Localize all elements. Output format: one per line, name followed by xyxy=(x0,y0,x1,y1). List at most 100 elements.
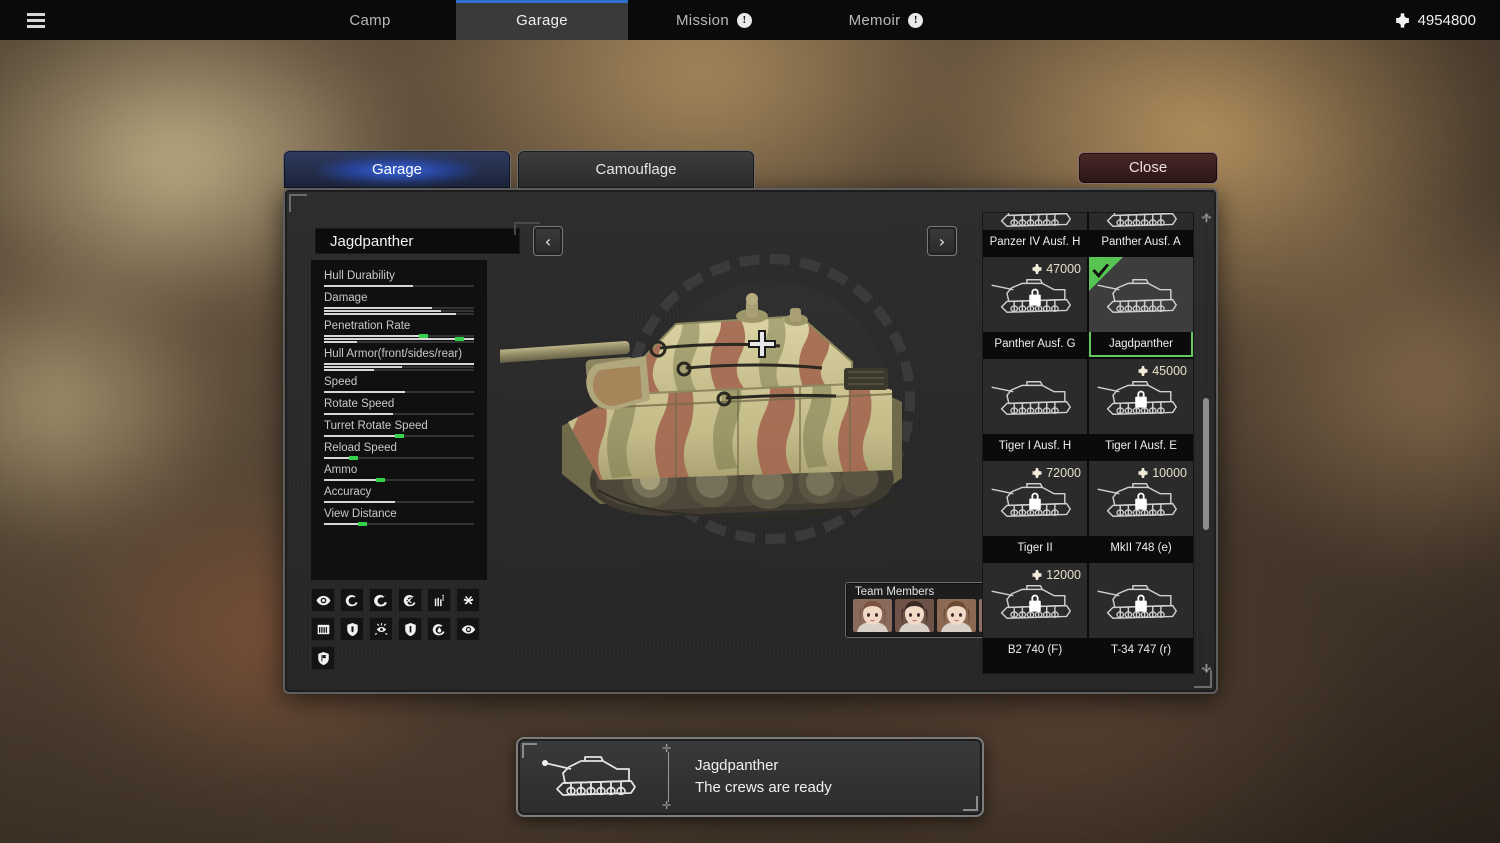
perk-slot[interactable] xyxy=(369,588,393,612)
nav-tab-memoir[interactable]: Memoir ! xyxy=(800,0,972,40)
stat-row: Penetration Rate xyxy=(324,318,474,343)
perk-slot[interactable] xyxy=(398,588,422,612)
vehicle-card-image: 10000 xyxy=(1089,461,1193,536)
vehicle-preview-viewport[interactable]: Team Members 5/5 xyxy=(500,212,1040,674)
nav-tab-camp[interactable]: Camp xyxy=(284,0,456,40)
lock-icon xyxy=(1029,288,1041,306)
status-bar-icon-wrap xyxy=(518,751,668,803)
stat-row: Hull Durability xyxy=(324,268,474,287)
vehicle-card-name: Tiger I Ausf. H xyxy=(983,434,1087,459)
stat-bar xyxy=(324,313,474,315)
scrollbar-thumb[interactable] xyxy=(1203,398,1209,530)
avatar-portrait xyxy=(853,599,892,632)
vehicle-card-name: Panther Ausf. G xyxy=(983,332,1087,357)
vehicle-card[interactable]: Tiger I Ausf. H xyxy=(983,359,1087,459)
vehicle-card-name: MkII 748 (e) xyxy=(1089,536,1193,561)
scroll-down-icon[interactable] xyxy=(1201,663,1212,674)
stat-row: Ammo xyxy=(324,462,474,482)
vehicle-card[interactable]: 12000 B2 740 (F) xyxy=(983,563,1087,663)
stat-row: Rotate Speed xyxy=(324,396,474,415)
vehicle-card-image: 12000 xyxy=(983,563,1087,638)
stat-bar-fill xyxy=(324,285,413,287)
memoir-alert-icon: ! xyxy=(908,12,924,28)
stat-label: Speed xyxy=(324,376,358,388)
perk-slot[interactable] xyxy=(311,617,335,641)
gears-icon xyxy=(463,595,473,605)
vehicle-card[interactable]: 10000 MkII 748 (e) xyxy=(1089,461,1193,561)
perk-slot[interactable] xyxy=(427,617,451,641)
nav-tab-garage[interactable]: Garage xyxy=(456,0,628,40)
perk-slot[interactable] xyxy=(398,617,422,641)
hamburger-icon[interactable] xyxy=(18,0,54,40)
vehicle-card[interactable]: 72000 Tiger II xyxy=(983,461,1087,561)
lock-icon xyxy=(1135,594,1147,612)
perk-slot[interactable] xyxy=(340,617,364,641)
lock-icon xyxy=(1029,594,1041,612)
lock-icon xyxy=(1029,492,1041,510)
vehicle-list[interactable]: Panzer IV Ausf. H Panther Ausf. A 47000 Pan… xyxy=(982,212,1194,674)
tank-silhouette-icon xyxy=(1000,213,1071,228)
vehicle-price: 12000 xyxy=(1031,568,1081,582)
stat-bar xyxy=(324,369,474,371)
stat-row: Hull Armor(front/sides/rear) xyxy=(324,346,474,371)
stat-bar xyxy=(324,478,474,482)
stat-label: Accuracy xyxy=(324,486,372,498)
tab-garage[interactable]: Garage xyxy=(283,150,511,188)
vehicle-status-bar: Jagdpanther The crews are ready xyxy=(516,737,984,817)
nav-tab-mission[interactable]: Mission ! xyxy=(628,0,800,40)
vehicle-card[interactable]: Jagdpanther xyxy=(1089,257,1193,357)
vehicle-card[interactable]: T-34 747 (r) xyxy=(1089,563,1193,663)
perk-slot[interactable] xyxy=(340,588,364,612)
stat-row: Accuracy xyxy=(324,484,474,503)
stat-bar xyxy=(324,285,474,287)
stat-bar xyxy=(324,310,474,312)
stat-bar-fill xyxy=(324,501,395,503)
perk-slot[interactable] xyxy=(427,588,451,612)
stat-bar xyxy=(324,391,474,393)
stat-bar-fill xyxy=(324,369,374,371)
stat-label: Ammo xyxy=(324,464,358,476)
stat-label: Hull Armor(front/sides/rear) xyxy=(324,348,463,360)
perk-slot[interactable] xyxy=(311,588,335,612)
lock-icon xyxy=(1135,390,1147,408)
status-bar-text: Jagdpanther The crews are ready xyxy=(669,755,832,799)
perk-row xyxy=(311,617,511,641)
stat-bar-fill xyxy=(324,391,405,393)
perk-row xyxy=(311,588,511,612)
vehicle-card-image xyxy=(1089,213,1193,230)
stat-bar xyxy=(324,434,474,438)
stat-bar xyxy=(324,363,474,365)
tank-outline-icon xyxy=(542,756,636,796)
vehicle-list-scrollbar[interactable] xyxy=(1200,212,1212,674)
vehicle-card[interactable]: 45000 Tiger I Ausf. E xyxy=(1089,359,1193,459)
vehicle-card[interactable]: Panzer IV Ausf. H xyxy=(983,213,1087,255)
vehicle-name-field[interactable]: Jagdpanther xyxy=(315,228,520,254)
currency-amount: 4954800 xyxy=(1417,11,1476,29)
vehicle-price-value: 45000 xyxy=(1152,364,1187,378)
vehicle-card-name: Panzer IV Ausf. H xyxy=(983,230,1087,255)
stat-bar-fill xyxy=(324,310,441,312)
vehicle-price: 72000 xyxy=(1031,466,1081,480)
perk-slot[interactable] xyxy=(456,617,480,641)
tab-camouflage[interactable]: Camouflage xyxy=(517,150,755,188)
perk-slot[interactable] xyxy=(369,617,393,641)
perk-slot[interactable] xyxy=(311,646,335,670)
stat-bar xyxy=(324,501,474,503)
eye-open-icon xyxy=(461,624,475,634)
vehicle-card[interactable]: Panther Ausf. A xyxy=(1089,213,1193,255)
tab-camouflage-label: Camouflage xyxy=(595,161,677,178)
crescent-icon xyxy=(345,594,358,606)
avatar[interactable] xyxy=(853,599,892,632)
nav-tab-mission-label: Mission xyxy=(676,11,729,29)
avatar[interactable] xyxy=(937,599,976,632)
perk-slot[interactable] xyxy=(456,588,480,612)
currency-display: 4954800 xyxy=(1394,0,1500,40)
eye-burst-icon xyxy=(374,622,387,635)
vehicle-card[interactable]: 47000 Panther Ausf. G xyxy=(983,257,1087,357)
scroll-up-icon[interactable] xyxy=(1201,212,1212,223)
close-button[interactable]: Close xyxy=(1078,152,1218,184)
stat-label: Rotate Speed xyxy=(324,398,395,410)
stat-bar xyxy=(324,341,474,343)
avatar[interactable] xyxy=(895,599,934,632)
stat-bar xyxy=(324,456,474,460)
